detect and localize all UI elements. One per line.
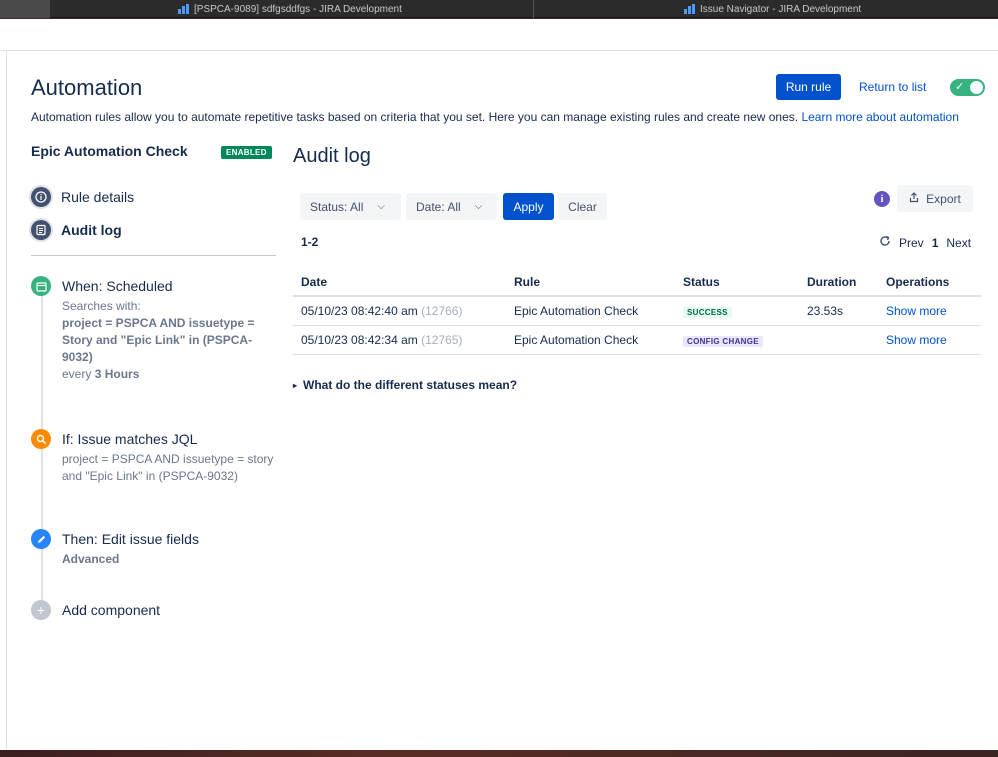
next-page-link[interactable]: Next	[946, 236, 971, 250]
browser-tab-bar: [PSPCA-9089] sdfgsddfgs - JIRA Developme…	[0, 0, 998, 18]
column-header-operations: Operations	[878, 268, 981, 297]
timeline-connector	[41, 290, 43, 610]
info-icon[interactable]: i	[874, 191, 890, 207]
pagination: Prev 1 Next	[879, 235, 971, 250]
cell-date: 05/10/23 08:42:40 am (12766)	[293, 296, 506, 326]
date-value: 05/10/23 08:42:40 am	[301, 303, 418, 318]
cell-operations: Show more	[878, 296, 981, 326]
export-label: Export	[926, 191, 961, 206]
left-border	[6, 51, 7, 751]
column-header-date[interactable]: Date	[293, 268, 506, 297]
step-heading: If: Issue matches JQL	[62, 431, 198, 447]
learn-more-link[interactable]: Learn more about automation	[801, 110, 958, 124]
jira-bars-icon	[178, 4, 189, 14]
result-range: 1-2	[301, 235, 319, 249]
return-to-list-link[interactable]: Return to list	[859, 80, 926, 94]
clear-button[interactable]: Clear	[558, 193, 607, 220]
step-jql: project = PSPCA AND issuetype = Story an…	[62, 316, 255, 364]
current-page: 1	[931, 235, 939, 250]
status-filter-label: Status: All	[310, 199, 364, 214]
refresh-icon[interactable]	[879, 235, 891, 250]
step-heading: Then: Edit issue fields	[62, 531, 199, 547]
step-heading: Add component	[62, 602, 161, 618]
check-icon: ✓	[955, 81, 965, 93]
table-row: 05/10/23 08:42:40 am (12766) Epic Automa…	[293, 296, 981, 326]
log-id: (12766)	[421, 303, 463, 318]
browser-tab-label: [PSPCA-9089] sdfgsddfgs - JIRA Developme…	[194, 3, 402, 15]
step-schedule: every 3 Hours	[62, 366, 282, 383]
step-details: Searches with: project = PSPCA AND issue…	[62, 298, 282, 383]
sidebar-item-label: Rule details	[61, 189, 135, 205]
sidebar-item-rule-details[interactable]: Rule details	[31, 187, 134, 207]
status-badge: ENABLED	[221, 146, 272, 159]
pencil-icon	[31, 529, 51, 549]
browser-tab-label: Issue Navigator - JIRA Development	[700, 3, 862, 15]
column-header-rule[interactable]: Rule	[506, 268, 675, 297]
status-lozenge: CONFIG CHANGE	[683, 335, 763, 347]
step-details: project = PSPCA AND issuetype = story an…	[62, 452, 274, 483]
toggle-knob	[970, 81, 983, 94]
chevron-down-icon: ⌵	[474, 201, 483, 212]
rule-name: Epic Automation Check	[31, 143, 188, 159]
cell-status: SUCCESS	[675, 296, 799, 326]
desktop-bottom-edge	[0, 750, 998, 757]
top-strip	[0, 19, 998, 51]
cell-rule: Epic Automation Check	[506, 325, 675, 355]
cell-operations: Show more	[878, 325, 981, 355]
cell-status: CONFIG CHANGE	[675, 325, 799, 355]
export-icon	[909, 191, 919, 206]
step-details: Advanced	[62, 551, 282, 568]
run-rule-button[interactable]: Run rule	[776, 74, 841, 100]
info-icon	[31, 187, 51, 207]
plus-icon: +	[31, 600, 51, 620]
table-header-row: Date Rule Status Duration Operations	[293, 268, 981, 297]
audit-log-title: Audit log	[293, 145, 371, 167]
apply-button[interactable]: Apply	[503, 193, 554, 220]
prev-page-link[interactable]: Prev	[899, 236, 924, 250]
log-id: (12765)	[421, 332, 463, 347]
step-line: Searches with:	[62, 299, 141, 313]
page-title: Automation	[31, 75, 143, 100]
chevron-right-icon: ▸	[293, 380, 298, 390]
show-more-link[interactable]: Show more	[886, 304, 947, 318]
date-value: 05/10/23 08:42:34 am	[301, 332, 418, 347]
audit-log-table: Date Rule Status Duration Operations 05/…	[293, 268, 981, 355]
search-icon	[31, 429, 51, 449]
description-text: Automation rules allow you to automate r…	[31, 110, 799, 124]
sidebar-item-label: Audit log	[61, 222, 122, 238]
page-description: Automation rules allow you to automate r…	[31, 110, 959, 124]
status-lozenge: SUCCESS	[683, 306, 732, 318]
date-filter-dropdown[interactable]: Date: All ⌵	[406, 193, 497, 220]
cell-duration: 23.53s	[799, 296, 878, 326]
table-row: 05/10/23 08:42:34 am (12765) Epic Automa…	[293, 325, 981, 355]
show-more-link[interactable]: Show more	[886, 333, 947, 347]
cell-rule: Epic Automation Check	[506, 296, 675, 326]
rule-enabled-toggle[interactable]: ✓	[950, 79, 985, 96]
step-action-type: Advanced	[62, 552, 120, 566]
status-help-label: What do the different statuses mean?	[303, 378, 518, 392]
browser-tab-issue[interactable]: [PSPCA-9089] sdfgsddfgs - JIRA Developme…	[170, 0, 530, 18]
status-filter-dropdown[interactable]: Status: All ⌵	[300, 193, 401, 220]
audit-log-icon	[31, 220, 51, 240]
jira-bars-icon	[684, 4, 695, 14]
browser-tab-navigator[interactable]: Issue Navigator - JIRA Development	[533, 0, 998, 18]
schedule-value: 3 Hours	[94, 367, 140, 381]
sidebar-item-audit-log[interactable]: Audit log	[31, 220, 122, 240]
column-header-status[interactable]: Status	[675, 268, 799, 297]
date-filter-label: Date: All	[416, 199, 461, 214]
browser-tab-stub[interactable]	[0, 0, 50, 18]
schedule-prefix: every	[62, 367, 92, 381]
sidebar-divider	[31, 255, 276, 256]
cell-date: 05/10/23 08:42:34 am (12765)	[293, 325, 506, 355]
step-heading: When: Scheduled	[62, 278, 173, 294]
column-header-duration[interactable]: Duration	[799, 268, 878, 297]
calendar-icon	[31, 276, 51, 296]
chevron-down-icon: ⌵	[377, 201, 385, 212]
export-button[interactable]: Export	[897, 185, 973, 212]
cell-duration	[799, 325, 878, 355]
status-help-expander[interactable]: ▸ What do the different statuses mean?	[293, 378, 517, 392]
